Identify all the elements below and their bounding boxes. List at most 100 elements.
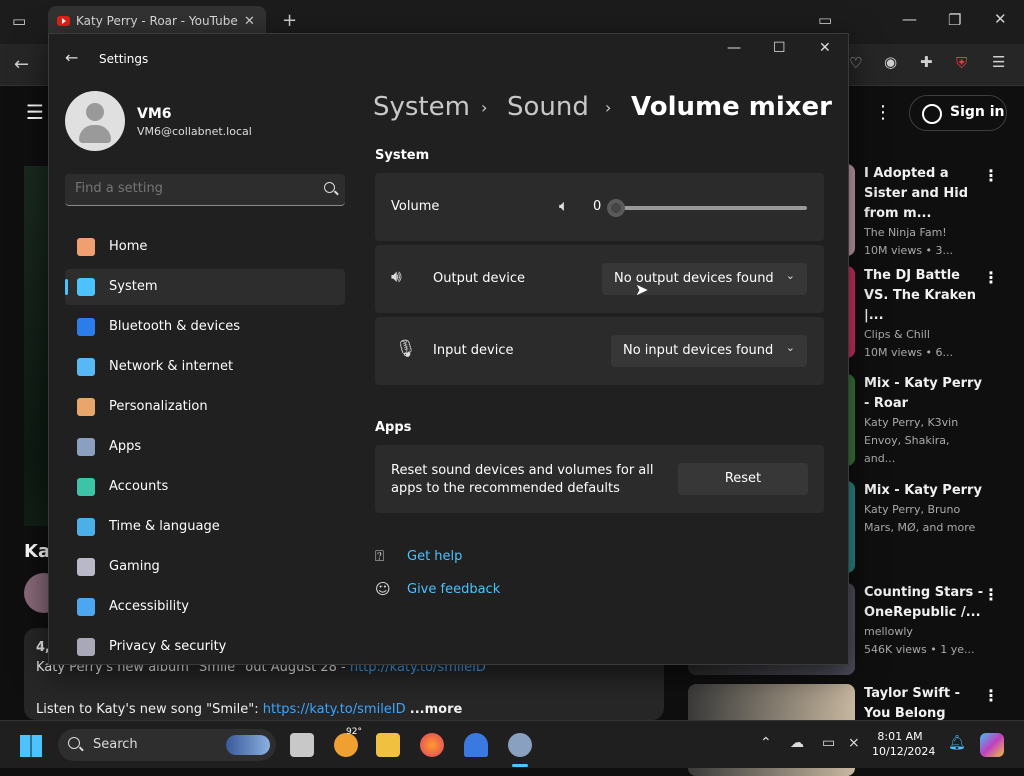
reset-button[interactable]: Reset [678, 463, 808, 495]
taskbar-search[interactable]: Search [58, 729, 276, 761]
back-arrow-icon[interactable]: ← [14, 56, 29, 74]
nav-item-bluetooth-devices[interactable]: Bluetooth & devices [65, 309, 345, 345]
recommendation-channel: Katy Perry, K3vin Envoy, Shakira, and... [864, 416, 959, 465]
file-explorer-icon[interactable] [376, 733, 400, 757]
window-title: Settings [99, 52, 149, 66]
recommendation-views: 10M views • 3... [864, 244, 954, 257]
volume-slider-track[interactable] [616, 206, 807, 210]
recommendation-title: Counting Stars - OneRepublic /... [864, 585, 984, 620]
minimize-icon[interactable]: — [727, 40, 741, 56]
item-menu-icon[interactable]: ⋮ [983, 686, 999, 705]
display-icon[interactable]: ▭ [822, 735, 835, 751]
output-device-dropdown[interactable]: No output devices found ⌄ [602, 263, 807, 295]
bluetooth-icon [77, 318, 95, 336]
youtube-favicon-icon [57, 16, 70, 26]
recommendation-item[interactable]: Mix - Katy Perry Katy Perry, Bruno Mars,… [855, 481, 1024, 537]
close-tab-icon[interactable]: ✕ [244, 15, 255, 28]
nav-item-accessibility[interactable]: Accessibility [65, 589, 345, 625]
sign-in-label: Sign in [950, 104, 1005, 120]
chevron-up-icon[interactable]: ⌃ [760, 735, 772, 751]
chevron-down-icon: ⌄ [785, 341, 795, 354]
close-window-icon[interactable]: ✕ [994, 12, 1007, 27]
nav-item-label: Gaming [109, 559, 160, 574]
sign-in-button[interactable]: Sign in [909, 95, 1007, 131]
nav-item-privacy-security[interactable]: Privacy & security [65, 629, 345, 664]
tab-search-icon[interactable]: ▭ [818, 13, 832, 28]
user-name: VM6 [137, 106, 172, 122]
windows-start-icon[interactable] [20, 735, 42, 757]
app-icon[interactable] [464, 733, 488, 757]
reset-card: Reset sound devices and volumes for all … [375, 445, 824, 513]
nav-item-home[interactable]: Home [65, 229, 345, 265]
output-device-label: Output device [433, 271, 525, 286]
close-icon[interactable]: ✕ [819, 40, 831, 56]
volume-slider-thumb[interactable] [607, 199, 625, 217]
firefox-icon[interactable] [420, 733, 444, 757]
nav-item-label: Privacy & security [109, 639, 227, 654]
tab-title: Katy Perry - Roar - YouTube [76, 14, 238, 28]
give-feedback-link[interactable]: Give feedback [407, 582, 500, 597]
brush-icon [77, 398, 95, 416]
input-device-label: Input device [433, 343, 514, 358]
search-input[interactable] [75, 181, 305, 196]
back-arrow-icon[interactable]: ← [65, 48, 78, 67]
wifi-icon [77, 358, 95, 376]
person-icon [922, 104, 942, 124]
breadcrumb-sound[interactable]: Sound [507, 92, 589, 122]
input-device-dropdown[interactable]: No input devices found ⌄ [611, 335, 807, 367]
pocket-icon[interactable]: ♡ [849, 56, 862, 71]
more-options-icon[interactable]: ⋮ [874, 104, 892, 122]
notification-bell-icon[interactable]: 🔔︎ [948, 735, 966, 751]
nav-item-accounts[interactable]: Accounts [65, 469, 345, 505]
maximize-icon[interactable]: ☐ [773, 40, 786, 56]
minimize-icon[interactable]: — [902, 12, 917, 27]
item-menu-icon[interactable]: ⋮ [983, 268, 999, 287]
nav-item-apps[interactable]: Apps [65, 429, 345, 465]
input-device-value: No input devices found [623, 343, 774, 358]
globe-clock-icon [77, 518, 95, 536]
show-more-link[interactable]: ...more [410, 702, 463, 717]
description-text-2: Listen to Katy's new song "Smile": [36, 702, 263, 717]
task-view-icon[interactable] [290, 733, 314, 757]
ublock-icon[interactable]: ⛨ [956, 56, 967, 71]
volume-muted-icon[interactable]: ⨯ [848, 735, 860, 751]
recommendation-channel: Katy Perry, Bruno Mars, MØ, and more [864, 503, 976, 534]
taskbar-clock[interactable]: 8:01 AM 10/12/2024 [872, 729, 936, 759]
menu-icon[interactable]: ☰ [992, 55, 1005, 70]
monitor-icon [77, 278, 95, 296]
section-heading-apps: Apps [375, 420, 412, 435]
clock-date: 10/12/2024 [872, 745, 936, 758]
item-menu-icon[interactable]: ⋮ [983, 585, 999, 604]
find-setting-search[interactable] [65, 174, 345, 206]
item-menu-icon[interactable]: ⋮ [983, 166, 999, 185]
copilot-icon[interactable] [980, 733, 1004, 757]
new-tab-button[interactable]: + [282, 12, 297, 30]
restore-icon[interactable]: ❐ [948, 13, 961, 28]
recommendation-title: Mix - Katy Perry - Roar [864, 376, 982, 411]
nav-item-personalization[interactable]: Personalization [65, 389, 345, 425]
nav-item-label: Bluetooth & devices [109, 319, 240, 334]
search-icon[interactable] [324, 182, 335, 193]
avatar[interactable] [65, 91, 125, 151]
recommendation-channel: Clips & Chill [864, 328, 930, 341]
tab-actions-icon[interactable]: ▭ [12, 14, 26, 29]
nav-item-gaming[interactable]: Gaming [65, 549, 345, 585]
nav-item-time-language[interactable]: Time & language [65, 509, 345, 545]
get-help-link[interactable]: Get help [407, 549, 462, 564]
hamburger-menu-icon[interactable]: ☰ [26, 102, 44, 122]
settings-gear-icon[interactable] [508, 733, 532, 757]
description-link-2[interactable]: https://katy.to/smileID [263, 702, 406, 717]
feedback-icon: ☺ [375, 580, 391, 598]
recommendation-views: 10M views • 6... [864, 346, 954, 359]
nav-item-network-internet[interactable]: Network & internet [65, 349, 345, 385]
network-icon[interactable]: ☁ [790, 735, 804, 751]
volume-card: Volume 🔈︎ 0 [375, 173, 824, 241]
nav-item-system[interactable]: System [65, 269, 345, 305]
settings-window: ← Settings — ☐ ✕ VM6 VM6@collabnet.local… [48, 33, 849, 665]
account-icon[interactable]: ◉ [884, 55, 897, 70]
recommendation-item[interactable]: Mix - Katy Perry - Roar Katy Perry, K3vi… [855, 374, 1024, 468]
breadcrumb-system[interactable]: System [373, 92, 470, 122]
extensions-icon[interactable]: ✚ [920, 55, 933, 70]
speaker-muted-icon[interactable]: 🔈︎ [559, 196, 569, 216]
nav-item-label: Accessibility [109, 599, 189, 614]
